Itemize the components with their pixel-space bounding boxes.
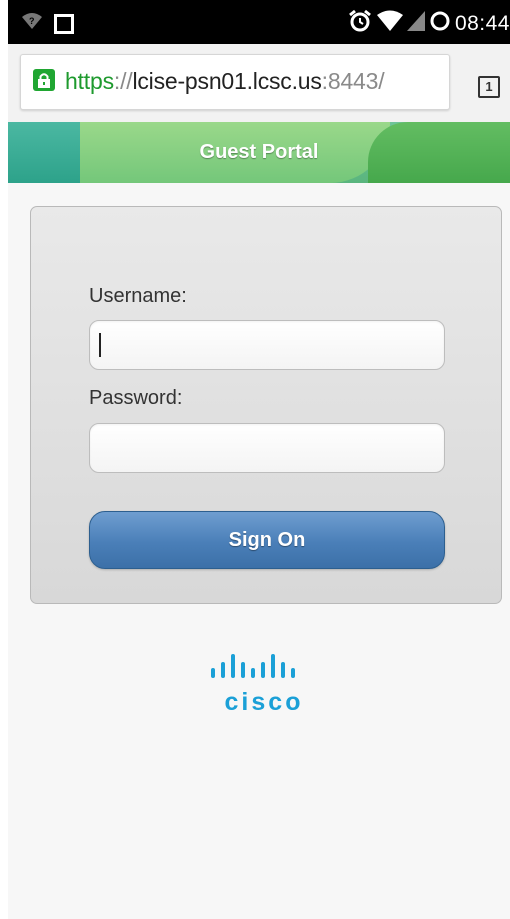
svg-text:?: ? (29, 16, 35, 26)
cell-signal-icon (406, 11, 425, 36)
lock-icon (33, 69, 55, 91)
password-field[interactable] (89, 423, 445, 473)
page-title: Guest Portal (199, 141, 319, 163)
status-bar: ? 08:44 (8, 0, 510, 44)
alarm-icon (347, 9, 373, 38)
sign-on-button[interactable]: Sign On (89, 511, 445, 569)
username-field[interactable] (89, 320, 445, 370)
square-notification-icon (54, 13, 74, 34)
username-label: Username: (89, 285, 187, 307)
clock-time: 08:44 (454, 11, 510, 35)
cisco-wordmark: cisco (224, 688, 304, 716)
tab-switcher-button[interactable]: 1 (478, 76, 500, 98)
status-right: 08:44 (347, 9, 510, 38)
wifi-question-icon: ? (22, 12, 42, 35)
portal-header: Guest Portal (8, 122, 510, 183)
cisco-logo: cisco (203, 652, 333, 722)
phone-screen: ? 08:44 https://lcise-psn01.lcsc.us:8443… (8, 0, 510, 919)
url-port: :8443/ (321, 68, 385, 94)
battery-icon (429, 10, 451, 37)
cisco-bars-icon (211, 654, 295, 678)
url-separator: :// (113, 68, 133, 94)
password-label: Password: (89, 387, 183, 409)
wifi-signal-icon (376, 10, 403, 37)
status-left: ? (22, 12, 74, 35)
text-cursor (99, 333, 101, 357)
address-bar[interactable]: https://lcise-psn01.lcsc.us:8443/ (20, 54, 450, 110)
browser-toolbar: https://lcise-psn01.lcsc.us:8443/ 1 (8, 44, 510, 122)
url-host: lcise-psn01.lcsc.us (132, 68, 322, 94)
url-text: https://lcise-psn01.lcsc.us:8443/ (65, 68, 385, 95)
login-panel: Username: Password: Sign On (30, 206, 502, 604)
url-scheme: https (65, 68, 114, 94)
